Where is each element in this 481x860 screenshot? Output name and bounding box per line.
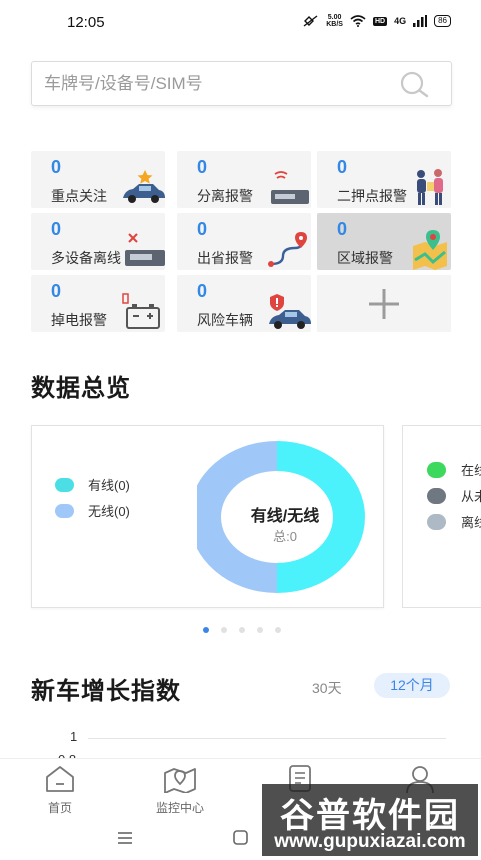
legend-label-never: 从未: [461, 489, 481, 504]
route-pin-icon: [268, 232, 307, 267]
tile-count: 0: [197, 281, 208, 301]
tile-risk-vehicle[interactable]: 0 风险车辆: [177, 275, 311, 332]
tile-count: 0: [51, 219, 62, 239]
map-area-icon: [413, 230, 447, 270]
legend-dot-offline: [427, 513, 446, 530]
wired-wireless-chart-card[interactable]: 有线(0) 无线(0) 有线/无线 总:0: [31, 425, 384, 608]
hd-badge: HD: [372, 16, 388, 26]
device-alarm-icon: [271, 171, 309, 204]
pager-dot[interactable]: [203, 627, 209, 633]
tab-monitor-center[interactable]: 监控中心: [120, 759, 240, 821]
pager-dot[interactable]: [239, 627, 245, 633]
legend-dot-wireless: [55, 503, 74, 518]
tile-label: 出省报警: [197, 250, 253, 266]
home-icon: [46, 766, 74, 792]
status-icons: 5.00 KB/S HD 4G 86: [303, 14, 451, 28]
legend-dot-never: [427, 487, 446, 504]
tile-label: 区域报警: [337, 250, 393, 266]
legend-item-offline[interactable]: 离线: [427, 512, 481, 531]
legend-item-online[interactable]: 在线: [427, 460, 481, 479]
tile-label: 重点关注: [51, 188, 107, 204]
wifi-icon: [350, 15, 366, 27]
plus-icon: [369, 289, 399, 319]
search-box[interactable]: [31, 61, 452, 106]
car-star-icon: [123, 170, 165, 203]
legend-label-wireless: 无线(0): [88, 504, 130, 519]
growth-title: 新车增长指数: [31, 678, 181, 705]
battery-icon: [122, 293, 160, 329]
signal-label: 4G: [394, 16, 407, 26]
watermark-title: 谷普软件园: [280, 797, 460, 835]
tile-out-of-province-alarm[interactable]: 0 出省报警: [177, 213, 311, 270]
tile-label: 掉电报警: [51, 312, 107, 328]
tile-separation-alarm[interactable]: 0 分离报警: [177, 151, 311, 208]
tile-area-alarm[interactable]: 0 区域报警: [317, 213, 451, 270]
tile-count: 0: [197, 219, 208, 239]
net-speed-unit: KB/S: [326, 21, 343, 28]
grid-line: [88, 738, 446, 739]
legend-dot-online: [427, 461, 446, 478]
tile-multi-device-offline[interactable]: 0 多设备离线: [31, 213, 165, 270]
range-30-days-tab[interactable]: 30天: [312, 678, 342, 698]
tile-label: 风险车辆: [197, 312, 253, 328]
tile-label: 多设备离线: [51, 250, 121, 266]
legend-item-never[interactable]: 从未: [427, 486, 481, 505]
add-tile-button[interactable]: [317, 275, 451, 332]
tile-count: 0: [337, 219, 348, 239]
legend-item-wired[interactable]: 有线(0): [55, 475, 130, 494]
watermark: 谷普软件园 www.gupuxiazai.com: [262, 784, 478, 856]
tile-label: 二押点报警: [337, 188, 407, 204]
square-home-icon[interactable]: [232, 829, 249, 846]
tab-home[interactable]: 首页: [0, 759, 120, 821]
signal-icon: [413, 15, 428, 27]
donut-center-title: 有线/无线: [250, 508, 320, 525]
tab-label: 首页: [47, 801, 72, 815]
y-tick-label: 1: [70, 729, 78, 744]
tile-count: 0: [51, 281, 62, 301]
pager-dot[interactable]: [257, 627, 263, 633]
mute-vibrate-icon: [303, 15, 318, 27]
tile-count: 0: [51, 157, 62, 177]
chart-pager[interactable]: [203, 627, 281, 633]
tile-power-off-alarm[interactable]: 0 掉电报警: [31, 275, 165, 332]
search-input[interactable]: [44, 72, 384, 96]
people-alarm-icon: [417, 169, 443, 205]
watermark-url: www.gupuxiazai.com: [274, 831, 466, 852]
map-monitor-icon: [164, 768, 196, 793]
overview-title: 数据总览: [31, 375, 131, 402]
search-icon[interactable]: [399, 70, 431, 98]
legend-label-online: 在线: [461, 463, 481, 478]
tile-label: 分离报警: [197, 188, 253, 204]
device-offline-icon: [125, 233, 165, 266]
legend-label-offline: 离线: [461, 515, 481, 530]
donut-center-total: 总:0: [273, 529, 297, 544]
car-shield-icon: [269, 294, 311, 329]
legend-dot-wired: [55, 477, 74, 492]
legend-label-wired: 有线(0): [88, 478, 130, 493]
menu-icon[interactable]: [116, 830, 134, 846]
tile-count: 0: [337, 157, 348, 177]
net-speed: 5.00 KB/S: [326, 14, 343, 28]
legend-item-wireless[interactable]: 无线(0): [55, 501, 130, 520]
tile-key-focus[interactable]: 0 重点关注: [31, 151, 165, 208]
battery-icon: 86: [434, 15, 451, 27]
online-status-chart-card[interactable]: 在线 从未 离线: [402, 425, 481, 608]
pager-dot[interactable]: [221, 627, 227, 633]
tile-pledge-alarm[interactable]: 0 二押点报警: [317, 151, 451, 208]
status-time: 12:05: [67, 14, 105, 31]
pager-dot[interactable]: [275, 627, 281, 633]
tile-count: 0: [197, 157, 208, 177]
net-speed-value: 5.00: [327, 14, 342, 21]
tab-label: 监控中心: [155, 801, 204, 815]
status-bar: 12:05 5.00 KB/S HD 4G 86: [0, 0, 481, 44]
range-12-months-tab[interactable]: 12个月: [374, 673, 450, 698]
